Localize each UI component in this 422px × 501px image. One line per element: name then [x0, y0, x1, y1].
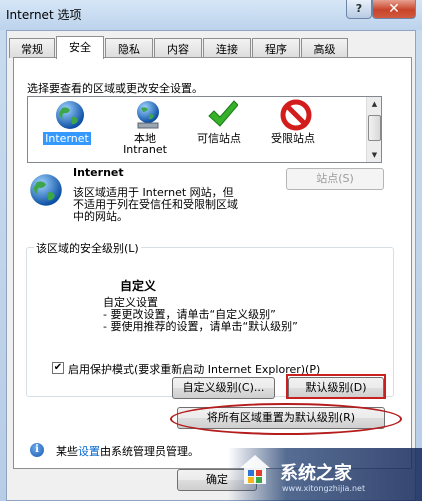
- zone-trusted-label: 可信站点: [197, 132, 241, 145]
- scroll-up-icon[interactable]: ▲: [367, 97, 382, 111]
- custom-level-button[interactable]: 自定义级别(C)...: [172, 377, 275, 399]
- close-button[interactable]: ✕: [372, 0, 416, 19]
- scroll-thumb[interactable]: [368, 115, 381, 141]
- zone-intranet-line2: Intranet: [123, 143, 167, 156]
- restricted-icon: [280, 99, 312, 131]
- house-logo-icon: [240, 455, 270, 484]
- admin-note-suffix: 由系统管理员管理。: [100, 445, 199, 458]
- zone-restricted-sites[interactable]: 受限站点: [258, 97, 328, 163]
- highlight-ellipse: [170, 403, 402, 435]
- watermark-text: 系统之家: [280, 463, 352, 484]
- security-level-name: 自定义: [120, 279, 157, 293]
- zone-internet-label: Internet: [43, 132, 91, 145]
- zone-prompt: 选择要查看的区域或更改安全设置。: [27, 82, 203, 95]
- scroll-down-icon[interactable]: ▼: [367, 148, 382, 162]
- zone-internet[interactable]: Internet: [32, 97, 102, 163]
- admin-note-prefix: 某些: [56, 445, 78, 458]
- zone-restricted-label: 受限站点: [271, 132, 315, 145]
- protected-mode-label: 启用保护模式(要求重新启动 Internet Explorer)(P): [68, 363, 321, 376]
- globe-icon: [56, 101, 84, 129]
- zone-detail-globe-icon: [30, 174, 62, 206]
- help-button[interactable]: ?: [346, 0, 372, 19]
- intranet-globe-icon: [137, 101, 159, 129]
- info-icon: i: [30, 443, 44, 457]
- sites-button[interactable]: 站点(S): [286, 168, 384, 190]
- security-level-group-title: 该区域的安全级别(L): [34, 240, 141, 256]
- security-level-desc-3: - 要使用推荐的设置，请单击“默认级别”: [103, 320, 298, 333]
- watermark-url: www.xitongzhijia.net: [282, 484, 366, 493]
- highlight-box: [286, 374, 386, 399]
- tab-privacy[interactable]: 隐私: [105, 38, 153, 58]
- tab-advanced[interactable]: 高级: [301, 38, 348, 58]
- zone-trusted-sites[interactable]: 可信站点: [184, 97, 254, 163]
- tab-connections[interactable]: 连接: [203, 38, 251, 58]
- admin-note: 某些设置由系统管理员管理。: [56, 443, 199, 459]
- zone-list: Internet 本地 Intranet 可信站点 受限站点: [27, 96, 382, 163]
- zone-list-scrollbar[interactable]: ▲ ▼: [366, 97, 381, 162]
- zone-local-intranet[interactable]: 本地 Intranet: [110, 97, 180, 163]
- window-title: Internet 选项: [6, 8, 82, 22]
- title-bar: Internet 选项 ? ✕: [0, 0, 422, 30]
- tab-content[interactable]: 内容: [154, 38, 202, 58]
- protected-mode-checkbox[interactable]: ✔: [52, 362, 64, 374]
- tab-security[interactable]: 安全: [56, 36, 104, 59]
- tab-programs[interactable]: 程序: [252, 38, 300, 58]
- check-icon: [208, 100, 238, 127]
- tab-general[interactable]: 常规: [9, 38, 55, 58]
- zone-detail-title: Internet: [73, 166, 124, 179]
- zone-detail-desc-3: 中的网站。: [73, 210, 128, 223]
- admin-settings-link[interactable]: 设置: [78, 445, 100, 458]
